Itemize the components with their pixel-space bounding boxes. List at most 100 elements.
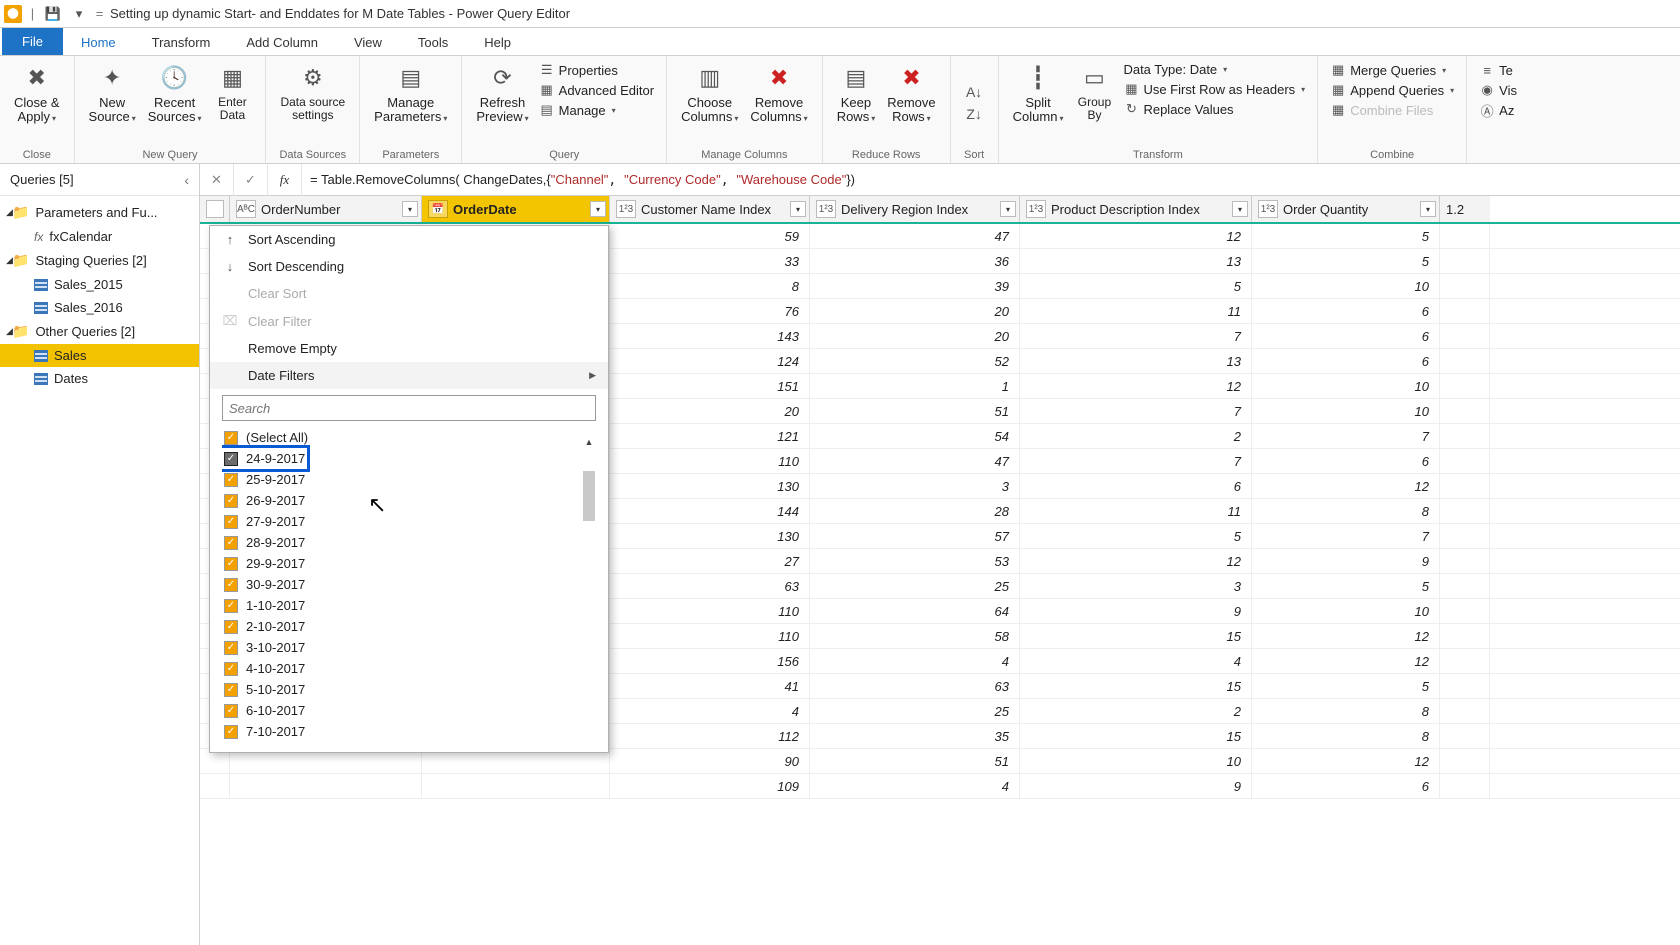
cell[interactable]: 7 bbox=[1252, 524, 1440, 548]
filter-date-item[interactable]: ✓27-9-2017 bbox=[222, 511, 578, 532]
query-item[interactable]: fxfxCalendar bbox=[0, 225, 199, 248]
cell[interactable]: 5 bbox=[1252, 224, 1440, 248]
cell[interactable]: 9 bbox=[1020, 599, 1252, 623]
cell[interactable]: 7 bbox=[1252, 424, 1440, 448]
cell[interactable]: 9 bbox=[1020, 774, 1252, 798]
cell[interactable]: 12 bbox=[1020, 549, 1252, 573]
filter-date-item[interactable]: ✓30-9-2017 bbox=[222, 574, 578, 595]
cell[interactable]: 5 bbox=[1252, 674, 1440, 698]
cell[interactable]: 41 bbox=[610, 674, 810, 698]
cell[interactable]: 10 bbox=[1252, 599, 1440, 623]
checkbox-icon[interactable]: ✓ bbox=[224, 704, 238, 718]
cell[interactable]: 2 bbox=[1020, 424, 1252, 448]
tab-add-column[interactable]: Add Column bbox=[228, 29, 336, 55]
cell[interactable]: 124 bbox=[610, 349, 810, 373]
col-dropdown-icon[interactable]: ▾ bbox=[1232, 201, 1248, 217]
sort-descending-item[interactable]: ↓Sort Descending bbox=[210, 253, 608, 280]
split-column-button[interactable]: ┇Split Column▾ bbox=[1007, 60, 1070, 127]
cell[interactable]: 1 bbox=[810, 374, 1020, 398]
first-row-headers-button[interactable]: ▦Use First Row as Headers▾ bbox=[1123, 81, 1305, 97]
checkbox-icon[interactable]: ✓ bbox=[224, 536, 238, 550]
cell[interactable]: 27 bbox=[610, 549, 810, 573]
group-by-button[interactable]: ▭Group By bbox=[1069, 60, 1119, 124]
cell[interactable]: 15 bbox=[1020, 724, 1252, 748]
cell[interactable]: 12 bbox=[1252, 749, 1440, 773]
azure-ml-button[interactable]: ⒶAz bbox=[1479, 102, 1517, 118]
filter-date-item[interactable]: ✓5-10-2017 bbox=[222, 679, 578, 700]
filter-date-item[interactable]: ✓26-9-2017 bbox=[222, 490, 578, 511]
cell[interactable]: 47 bbox=[810, 449, 1020, 473]
clear-filter-item[interactable]: ⌧Clear Filter bbox=[210, 307, 608, 335]
cell[interactable]: 10 bbox=[1252, 399, 1440, 423]
recent-sources-button[interactable]: 🕓Recent Sources▾ bbox=[142, 60, 208, 127]
cell[interactable]: 63 bbox=[610, 574, 810, 598]
filter-date-item[interactable]: ✓24-9-2017 bbox=[222, 445, 310, 472]
cell[interactable]: 7 bbox=[1020, 324, 1252, 348]
cell[interactable]: 36 bbox=[810, 249, 1020, 273]
cell[interactable]: 8 bbox=[1252, 724, 1440, 748]
cell[interactable]: 143 bbox=[610, 324, 810, 348]
cell[interactable]: 8 bbox=[1252, 699, 1440, 723]
cell[interactable]: 6 bbox=[1252, 349, 1440, 373]
collapse-pane-icon[interactable]: ‹ bbox=[184, 172, 189, 188]
cell[interactable]: 15 bbox=[1020, 624, 1252, 648]
cell[interactable]: 13 bbox=[1020, 249, 1252, 273]
data-type-button[interactable]: Data Type: Date▾ bbox=[1123, 62, 1305, 77]
search-input[interactable] bbox=[222, 395, 596, 421]
column-order-quantity[interactable]: 1²3Order Quantity▾ bbox=[1252, 196, 1440, 222]
cell[interactable]: 6 bbox=[1020, 474, 1252, 498]
expand-icon[interactable]: ◢ bbox=[6, 326, 13, 337]
keep-rows-button[interactable]: ▤Keep Rows▾ bbox=[831, 60, 882, 127]
data-source-settings-button[interactable]: ⚙Data source settings bbox=[274, 60, 351, 124]
filter-date-item[interactable]: ✓1-10-2017 bbox=[222, 595, 578, 616]
remove-rows-button[interactable]: ✖Remove Rows▾ bbox=[881, 60, 941, 127]
cell[interactable]: 5 bbox=[1252, 574, 1440, 598]
cell[interactable]: 7 bbox=[1020, 399, 1252, 423]
append-queries-button[interactable]: ▦Append Queries▾ bbox=[1330, 82, 1454, 98]
sort-desc-icon[interactable]: Z↓ bbox=[966, 106, 982, 122]
cell[interactable]: 6 bbox=[1252, 774, 1440, 798]
col-dropdown-icon[interactable]: ▾ bbox=[1000, 201, 1016, 217]
cell[interactable]: 35 bbox=[810, 724, 1020, 748]
enter-data-button[interactable]: ▦Enter Data bbox=[207, 60, 257, 124]
cell[interactable]: 11 bbox=[1020, 499, 1252, 523]
cell[interactable]: 110 bbox=[610, 449, 810, 473]
cell[interactable]: 52 bbox=[810, 349, 1020, 373]
query-folder[interactable]: ◢📁Other Queries [2] bbox=[0, 319, 199, 344]
cell[interactable]: 59 bbox=[610, 224, 810, 248]
date-filters-item[interactable]: Date Filters▶ bbox=[210, 362, 608, 389]
advanced-editor-button[interactable]: ▦Advanced Editor bbox=[539, 82, 654, 98]
sort-ascending-item[interactable]: ↑Sort Ascending bbox=[210, 226, 608, 253]
cell[interactable]: 4 bbox=[810, 774, 1020, 798]
cell[interactable]: 53 bbox=[810, 549, 1020, 573]
checkbox-icon[interactable]: ✓ bbox=[224, 662, 238, 676]
cell[interactable]: 39 bbox=[810, 274, 1020, 298]
combine-files-button[interactable]: ▦Combine Files bbox=[1330, 102, 1454, 118]
cell[interactable]: 20 bbox=[610, 399, 810, 423]
cell[interactable]: 4 bbox=[810, 649, 1020, 673]
cell[interactable]: 7 bbox=[1020, 449, 1252, 473]
column-product-description-index[interactable]: 1²3Product Description Index▾ bbox=[1020, 196, 1252, 222]
select-all-corner[interactable] bbox=[200, 196, 230, 222]
filter-date-item[interactable]: ✓4-10-2017 bbox=[222, 658, 578, 679]
checkbox-icon[interactable]: ✓ bbox=[224, 473, 238, 487]
cell[interactable]: 12 bbox=[1020, 374, 1252, 398]
checkbox-icon[interactable]: ✓ bbox=[224, 683, 238, 697]
cell[interactable]: 8 bbox=[610, 274, 810, 298]
save-icon[interactable]: 💾 bbox=[43, 4, 63, 24]
filter-date-item[interactable]: ✓7-10-2017 bbox=[222, 721, 578, 742]
query-item[interactable]: Sales_2015 bbox=[0, 273, 199, 296]
cell[interactable]: 25 bbox=[810, 574, 1020, 598]
remove-empty-item[interactable]: Remove Empty bbox=[210, 335, 608, 362]
cell[interactable]: 110 bbox=[610, 599, 810, 623]
cell[interactable]: 51 bbox=[810, 399, 1020, 423]
cell[interactable]: 151 bbox=[610, 374, 810, 398]
checkbox-icon[interactable]: ✓ bbox=[224, 641, 238, 655]
col-dropdown-icon[interactable]: ▾ bbox=[402, 201, 418, 217]
cell[interactable]: 110 bbox=[610, 624, 810, 648]
formula-text[interactable]: = Table.RemoveColumns( ChangeDates,{"Cha… bbox=[302, 172, 863, 188]
column-partial[interactable]: 1.2 bbox=[1440, 196, 1490, 222]
checkbox-icon[interactable]: ✓ bbox=[224, 431, 238, 445]
cell[interactable]: 58 bbox=[810, 624, 1020, 648]
cell[interactable]: 112 bbox=[610, 724, 810, 748]
